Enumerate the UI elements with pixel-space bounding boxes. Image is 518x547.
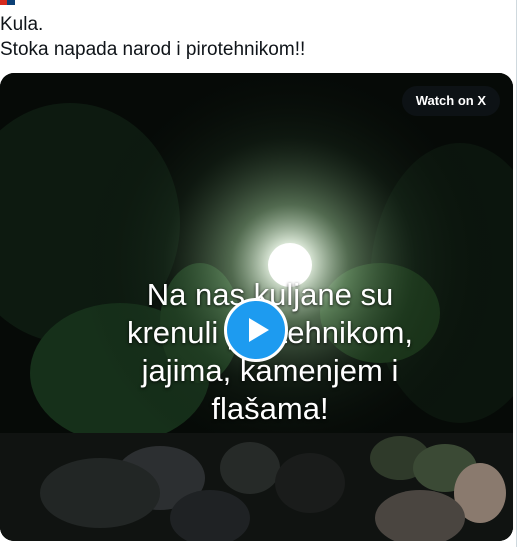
play-icon [249, 318, 269, 342]
watch-on-x-button[interactable]: Watch on X [401, 86, 500, 116]
tweet-card: Kula. Stoka napada narod i pirotehnikom!… [0, 0, 517, 547]
flag-icon [0, 0, 22, 5]
video-player[interactable]: Watch on X Na nas kuljane su krenuli pir… [0, 73, 513, 541]
tweet-line-2: Stoka napada narod i pirotehnikom!! [0, 39, 306, 60]
tweet-line-1: Kula. [0, 14, 44, 35]
play-button[interactable] [224, 298, 288, 362]
tweet-text: Kula. Stoka napada narod i pirotehnikom!… [0, 12, 505, 62]
caption-line-4: flašama! [211, 391, 329, 426]
